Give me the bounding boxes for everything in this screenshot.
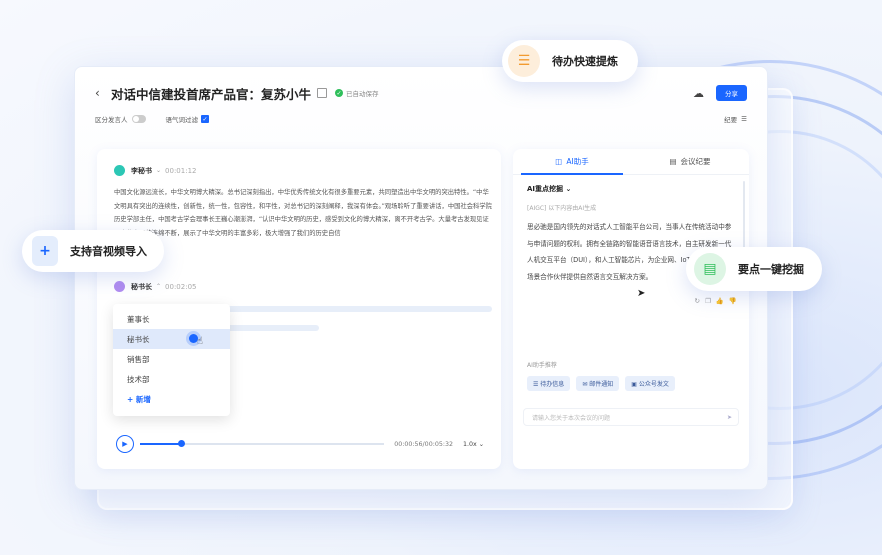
filter-checkbox[interactable]: ✓ [201, 115, 209, 123]
progress-track[interactable] [140, 440, 384, 447]
list-icon: ☰ [741, 115, 747, 123]
header: ‹ 对话中信建投首席产品官：复苏小牛 ✓ 已自动保存 ☁ 分享 [95, 83, 747, 103]
share-button[interactable]: 分享 [716, 85, 747, 101]
stage: ‹ 对话中信建投首席产品官：复苏小牛 ✓ 已自动保存 ☁ 分享 区分发言人 语气… [0, 0, 882, 555]
text-placeholder-bar [227, 306, 492, 312]
transcript-panel: 李秘书 ⌄ 00:01:12 中国文化源远流长，中华文明博大精深。总书记深刻指出… [97, 149, 501, 469]
robot-icon: ◫ [555, 157, 563, 166]
aigc-note: [AIGC] 以下内容由AI生成 [527, 205, 597, 212]
tab-bar: ◫ AI助手 ▤ 会议纪要 [513, 149, 749, 175]
mouse-cursor-icon: ➤ [637, 288, 646, 299]
speed-select[interactable]: 1.0x ⌄ [463, 441, 484, 448]
audio-player: ▶ 00:00:56/00:05:32 1.0x ⌄ [116, 434, 484, 454]
check-icon: ✓ [335, 89, 344, 97]
dropdown-item[interactable]: 董事长 [113, 309, 230, 329]
recommend-chips: ☰ 待办信息 ✉ 邮件通知 ▣ 公众号发文 [527, 376, 675, 391]
chevron-up-icon[interactable]: ⌃ [156, 283, 161, 290]
chip-email[interactable]: ✉ 邮件通知 [576, 376, 620, 391]
thumbs-down-icon[interactable]: 👎 [729, 297, 737, 305]
checklist-icon: ☰ [508, 45, 540, 77]
speaker-toggle-label: 区分发言人 [95, 116, 128, 124]
page-title: 对话中信建投首席产品官：复苏小牛 [111, 86, 312, 102]
avatar [114, 165, 125, 176]
dropdown-item[interactable]: 销售部 [113, 349, 230, 369]
edit-icon[interactable] [317, 88, 328, 98]
playback-time: 00:00:56/00:05:32 [394, 440, 453, 448]
send-icon[interactable]: ➤ [727, 414, 732, 421]
callout-mine: ▤ 要点一键挖掘 [686, 247, 822, 291]
callout-todo: ☰ 待办快速提炼 [502, 40, 638, 82]
document-icon: ▤ [669, 157, 677, 166]
speaker-time: 00:02:05 [165, 282, 197, 291]
summary-button[interactable]: 纪要 ☰ [724, 114, 747, 124]
filter-label: 语气词过滤 [165, 116, 199, 124]
summary-label: 纪要 [724, 116, 738, 124]
question-input[interactable]: 请输入您关于本次会议的问题 ➤ [523, 408, 739, 426]
speaker-name[interactable]: 秘书长 [131, 282, 152, 292]
answer-actions: ↻ ❐ 👍 👎 [695, 297, 737, 305]
tab-ai-assistant[interactable]: ◫ AI助手 [513, 149, 631, 175]
text-placeholder-bar [227, 325, 319, 331]
transcript-paragraph: 中国文化源远流长，中华文明博大精深。总书记深刻指出，中华优秀传统文化有很多重要元… [114, 189, 492, 237]
subbar: 区分发言人 语气词过滤 ✓ 纪要 ☰ [95, 113, 747, 125]
tab-meeting-minutes[interactable]: ▤ 会议纪要 [631, 149, 749, 174]
app-window: ‹ 对话中信建投首席产品官：复苏小牛 ✓ 已自动保存 ☁ 分享 区分发言人 语气… [74, 66, 768, 490]
progress-knob[interactable] [178, 440, 186, 447]
back-icon[interactable]: ‹ [95, 86, 105, 100]
copy-icon[interactable]: ❐ [705, 297, 711, 305]
document-list-icon: ▤ [694, 253, 726, 285]
dropdown-item-selected[interactable]: 秘书长 ☝ [113, 329, 230, 349]
chip-todo[interactable]: ☰ 待办信息 [527, 376, 571, 391]
speaker-toggle[interactable] [131, 115, 146, 123]
avatar [114, 281, 125, 292]
save-status: ✓ 已自动保存 [335, 88, 379, 98]
dropdown-item[interactable]: 技术部 [113, 369, 230, 389]
hand-pointer-icon: ☝ [196, 336, 203, 347]
callout-import: + 支持音视频导入 [22, 230, 164, 272]
cloud-download-icon[interactable]: ☁ [693, 87, 704, 100]
speaker-row: 秘书长 ⌃ 00:02:05 [114, 281, 196, 292]
assistant-panel: ◫ AI助手 ▤ 会议纪要 AI重点挖掘 ⌄ [AIGC] 以下内容由AI生成 … [513, 149, 749, 469]
question-placeholder: 请输入您关于本次会议的问题 [532, 414, 611, 422]
recommend-label: AI助手推荐 [527, 362, 557, 369]
assistant-heading[interactable]: AI重点挖掘 ⌄ [527, 184, 571, 194]
speaker-time: 00:01:12 [165, 166, 197, 175]
file-add-icon: + [32, 236, 58, 266]
add-speaker-button[interactable]: + 新增 [113, 389, 230, 409]
refresh-icon[interactable]: ↻ [695, 297, 700, 305]
progress-fill [140, 443, 182, 445]
chip-article[interactable]: ▣ 公众号发文 [625, 376, 675, 391]
speaker-name[interactable]: 李秘书 [131, 166, 152, 176]
speaker-row: 李秘书 ⌄ 00:01:12 [114, 165, 196, 176]
thumbs-up-icon[interactable]: 👍 [716, 297, 724, 305]
header-actions: ☁ 分享 [693, 85, 747, 101]
save-status-text: 已自动保存 [346, 90, 379, 98]
chevron-down-icon[interactable]: ⌄ [156, 167, 161, 174]
play-button[interactable]: ▶ [116, 435, 134, 453]
speaker-dropdown: 董事长 秘书长 ☝ 销售部 技术部 + 新增 [113, 304, 230, 416]
